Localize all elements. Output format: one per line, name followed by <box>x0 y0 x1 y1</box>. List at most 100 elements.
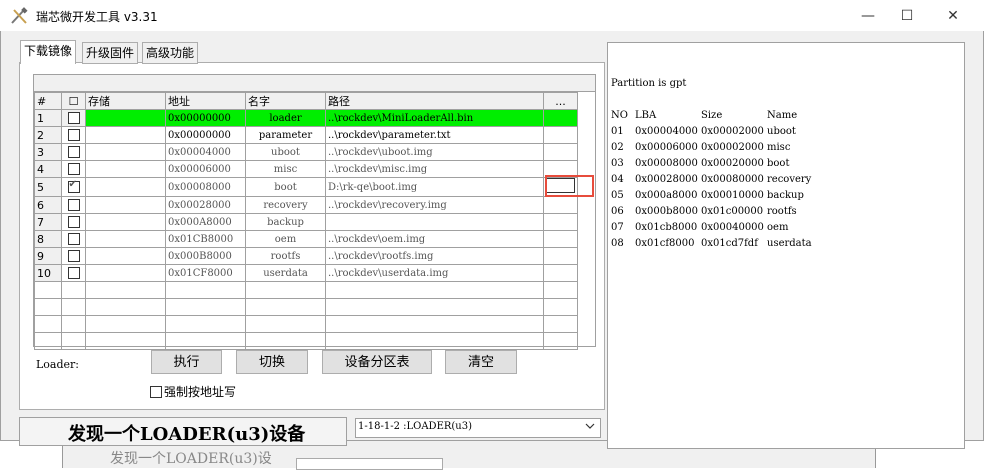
run-button[interactable]: 执行 <box>151 350 222 374</box>
row-checkbox[interactable] <box>67 250 80 262</box>
row-address: 0x00004000 <box>165 143 246 161</box>
tab-advanced[interactable]: 高级功能 <box>142 42 199 64</box>
row-path[interactable]: ..\rockdev\uboot.img <box>325 143 544 161</box>
row-checkbox-cell[interactable] <box>61 196 86 214</box>
partition-table-button[interactable]: 设备分区表 <box>322 350 432 374</box>
tab-upgrade-firmware[interactable]: 升级固件 <box>82 42 139 64</box>
row-name: boot <box>245 177 326 197</box>
chevron-down-icon[interactable] <box>585 419 595 433</box>
row-storage <box>85 230 166 248</box>
row-path[interactable]: ..\rockdev\recovery.img <box>325 196 544 214</box>
col-header-address: 地址 <box>165 92 246 110</box>
row-number: 2 <box>34 126 62 144</box>
row-number: 7 <box>34 213 62 231</box>
row-browse-cell[interactable] <box>543 230 578 248</box>
row-checkbox-cell[interactable] <box>61 109 86 127</box>
row-storage <box>85 126 166 144</box>
row-storage <box>85 264 166 282</box>
row-path[interactable] <box>325 213 544 231</box>
row-address: 0x00008000 <box>165 177 246 197</box>
tab-download-image[interactable]: 下载镜像 <box>20 40 77 64</box>
row-checkbox-cell[interactable] <box>61 160 86 178</box>
table-row[interactable]: 9 0x000B8000 rootfs ..\rockdev\rootfs.img <box>34 247 578 265</box>
row-browse-cell[interactable] <box>543 109 578 127</box>
partition-log-header: Partition is gpt <box>611 78 687 89</box>
row-browse-cell[interactable] <box>543 143 578 161</box>
row-checkbox[interactable] <box>67 112 80 124</box>
table-row[interactable]: 5 0x00008000bootD:\rk-qe\boot.img <box>34 177 578 197</box>
row-checkbox-cell[interactable] <box>61 126 86 144</box>
row-browse-cell[interactable] <box>543 126 578 144</box>
row-number: 9 <box>34 247 62 265</box>
row-checkbox[interactable] <box>67 267 80 279</box>
row-checkbox[interactable] <box>67 233 80 245</box>
row-checkbox-cell[interactable] <box>61 177 86 197</box>
col-header-check[interactable]: ☐ <box>61 92 86 110</box>
row-browse-cell[interactable] <box>543 196 578 214</box>
partition-log: Partition is gpt NO LBA Size Name 01 0x000040… <box>611 44 837 252</box>
row-number: 1 <box>34 109 62 127</box>
partition-log-cell: 0x01cf8000 <box>635 238 695 249</box>
force-address-write[interactable]: 强制按地址写 <box>150 383 236 400</box>
row-number: 4 <box>34 160 62 178</box>
row-name: rootfs <box>245 247 326 265</box>
row-checkbox-cell[interactable] <box>61 264 86 282</box>
row-checkbox-cell[interactable] <box>61 143 86 161</box>
row-path[interactable]: ..\rockdev\oem.img <box>325 230 544 248</box>
table-row[interactable]: 7 0x000A8000 backup <box>34 213 578 231</box>
row-checkbox-cell[interactable] <box>61 247 86 265</box>
row-checkbox[interactable] <box>67 179 80 193</box>
partition-log-cell: 0x00002000 <box>701 142 764 153</box>
partition-log-cell: 04 <box>611 174 624 185</box>
partition-log-row: 02 0x00006000 0x00002000 misc <box>611 140 837 156</box>
clear-button[interactable]: 清空 <box>445 350 517 374</box>
table-row[interactable]: 8 0x01CB8000 oem ..\rockdev\oem.img <box>34 230 578 248</box>
partition-log-cell: 08 <box>611 238 624 249</box>
row-checkbox[interactable] <box>67 146 80 158</box>
partition-log-row: 07 0x01cb8000 0x00040000 oem <box>611 220 837 236</box>
row-checkbox[interactable] <box>67 163 80 175</box>
row-browse-cell[interactable] <box>543 264 578 282</box>
partition-log-cell: 07 <box>611 222 624 233</box>
row-browse-cell[interactable] <box>543 213 578 231</box>
image-table: # ☐ 存储 地址 名字 路径 ... 1 0x00000000 loader ..\… <box>34 92 578 350</box>
row-browse-cell[interactable] <box>543 247 578 265</box>
force-address-checkbox[interactable] <box>150 385 162 398</box>
window-title: 瑞芯微开发工具 v3.31 <box>36 10 158 24</box>
row-path[interactable]: ..\rockdev\MiniLoaderAll.bin <box>325 109 544 127</box>
switch-button[interactable]: 切换 <box>236 350 308 374</box>
table-row[interactable]: 3 0x00004000 uboot ..\rockdev\uboot.img <box>34 143 578 161</box>
partition-log-row: 03 0x00008000 0x00020000 boot <box>611 156 837 172</box>
row-storage <box>85 177 166 197</box>
partition-log-cell: 0x00006000 <box>635 142 698 153</box>
row-path[interactable]: D:\rk-qe\boot.img <box>325 177 544 197</box>
row-checkbox[interactable] <box>67 129 80 141</box>
close-button[interactable]: ✕ <box>930 0 976 31</box>
partition-log-cell: recovery <box>767 174 812 185</box>
partition-log-cell: NO <box>611 110 628 121</box>
table-row[interactable]: 10 0x01CF8000 userdata ..\rockdev\userdata.… <box>34 264 578 282</box>
row-address: 0x00028000 <box>165 196 246 214</box>
row-path[interactable]: ..\rockdev\rootfs.img <box>325 247 544 265</box>
row-checkbox-cell[interactable] <box>61 230 86 248</box>
row-path[interactable]: ..\rockdev\parameter.txt <box>325 126 544 144</box>
row-path[interactable]: ..\rockdev\userdata.img <box>325 264 544 282</box>
table-row[interactable]: 6 0x00028000 recovery ..\rockdev\recovery.i… <box>34 196 578 214</box>
col-header-path: 路径 <box>325 92 544 110</box>
partition-log-cell: Name <box>767 110 798 121</box>
table-row[interactable]: 1 0x00000000 loader ..\rockdev\MiniLoaderAl… <box>34 109 578 127</box>
table-row[interactable]: 4 0x00006000 misc ..\rockdev\misc.img <box>34 160 578 178</box>
row-checkbox[interactable] <box>67 199 80 211</box>
maximize-button[interactable]: ☐ <box>884 0 930 31</box>
background-window-text: 发现一个LOADER(u3)设 <box>110 451 272 467</box>
row-checkbox-cell[interactable] <box>61 213 86 231</box>
partition-log-row: 08 0x01cf8000 0x01cd7fdf userdata <box>611 236 837 252</box>
device-select-value: 1-18-1-2 :LOADER(u3) <box>358 421 473 432</box>
partition-log-cell: 0x00004000 <box>635 126 698 137</box>
row-path[interactable]: ..\rockdev\misc.img <box>325 160 544 178</box>
partition-log-cell: 0x00080000 <box>701 174 764 185</box>
partition-log-cell: 0x00010000 <box>701 190 764 201</box>
table-row[interactable]: 2 0x00000000 parameter ..\rockdev\parameter… <box>34 126 578 144</box>
annotation-highlight-box <box>545 175 594 197</box>
row-checkbox[interactable] <box>67 216 80 228</box>
